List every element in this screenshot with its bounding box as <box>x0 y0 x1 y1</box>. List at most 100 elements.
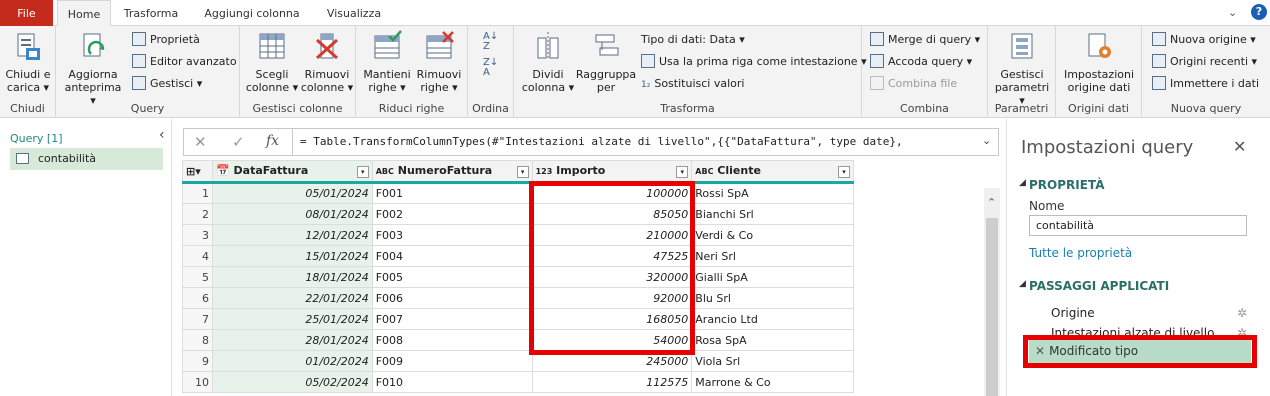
manage-parameters-button[interactable]: Gestisci parametri ▾ <box>992 30 1052 107</box>
cell-datafattura[interactable]: 05/01/2024 <box>211 182 373 204</box>
choose-columns-button[interactable]: Scegli colonne ▾ <box>244 30 300 94</box>
use-first-row-headers-button[interactable]: Usa la prima riga come intestazione ▾ <box>641 53 867 71</box>
cell-cliente[interactable]: Rossi SpA <box>691 182 854 204</box>
cell-cliente[interactable]: Neri Srl <box>691 245 854 267</box>
row-number[interactable]: 3 <box>182 224 213 246</box>
cell-datafattura[interactable]: 22/01/2024 <box>211 287 373 309</box>
tab-transform[interactable]: Trasforma <box>118 0 184 26</box>
row-number[interactable]: 8 <box>182 329 213 351</box>
tab-file[interactable]: File <box>0 0 53 26</box>
type-icon-date[interactable]: 📅 <box>216 164 230 177</box>
table-row[interactable]: 5 18/01/2024 F005 320000 Gialli SpA <box>182 266 854 288</box>
manage-button[interactable]: Gestisci ▾ <box>132 75 202 93</box>
cell-datafattura[interactable]: 12/01/2024 <box>211 224 373 246</box>
all-properties-link[interactable]: Tutte le proprietà <box>1029 246 1132 260</box>
cell-numerofattura[interactable]: F006 <box>371 287 533 309</box>
type-icon-number[interactable]: 123 <box>536 167 553 176</box>
step-settings-gear-icon[interactable]: ✲ <box>1237 303 1247 323</box>
cell-datafattura[interactable]: 01/02/2024 <box>211 350 373 372</box>
filter-dropdown-icon[interactable]: ▾ <box>516 166 529 178</box>
row-number[interactable]: 6 <box>182 287 213 309</box>
expand-formula-icon[interactable]: ⌄ <box>982 134 991 147</box>
cell-numerofattura[interactable]: F003 <box>371 224 533 246</box>
refresh-preview-button[interactable]: Aggiorna anteprima ▾ <box>62 30 124 107</box>
combine-files-button[interactable]: Combina file <box>870 75 957 93</box>
sort-descending-icon[interactable]: Z↓ A <box>483 58 498 78</box>
cell-numerofattura[interactable]: F009 <box>371 350 533 372</box>
data-source-settings-button[interactable]: Impostazioni origine dati <box>1060 30 1138 94</box>
cell-numerofattura[interactable]: F010 <box>371 371 533 393</box>
cell-datafattura[interactable]: 25/01/2024 <box>211 308 373 330</box>
expand-steps-icon[interactable]: ◢ <box>1019 279 1026 289</box>
table-row[interactable]: 3 12/01/2024 F003 210000 Verdi & Co <box>182 224 854 246</box>
cell-numerofattura[interactable]: F001 <box>371 182 533 204</box>
column-header-cliente[interactable]: ABC Cliente ▾ <box>691 160 854 184</box>
filter-dropdown-icon[interactable]: ▾ <box>838 166 850 178</box>
table-row[interactable]: 9 01/02/2024 F009 245000 Viola Srl <box>182 350 854 372</box>
table-row[interactable]: 10 05/02/2024 F010 112575 Marrone & Co <box>182 371 854 393</box>
cell-cliente[interactable]: Bianchi Srl <box>691 203 854 225</box>
remove-columns-button[interactable]: Rimuovi colonne ▾ <box>300 30 354 94</box>
append-queries-button[interactable]: Accoda query ▾ <box>870 53 972 71</box>
column-header-datafattura[interactable]: 📅 DataFattura ▾ <box>211 160 373 184</box>
group-by-button[interactable]: Raggruppa per <box>574 30 638 94</box>
collapse-ribbon-icon[interactable]: ⌄ <box>1228 6 1240 19</box>
fx-icon[interactable]: fx <box>266 133 279 149</box>
filter-dropdown-icon[interactable]: ▾ <box>676 166 689 178</box>
cell-cliente[interactable]: Blu Srl <box>691 287 854 309</box>
datatype-dropdown[interactable]: Tipo di dati: Data ▾ <box>641 31 745 49</box>
table-row[interactable]: 7 25/01/2024 F007 168050 Arancio Ltd <box>182 308 854 330</box>
cell-cliente[interactable]: Viola Srl <box>691 350 854 372</box>
cell-numerofattura[interactable]: F004 <box>371 245 533 267</box>
cell-cliente[interactable]: Arancio Ltd <box>691 308 854 330</box>
close-load-button[interactable]: Chiudi e carica ▾ <box>2 30 54 94</box>
split-column-button[interactable]: Dividi colonna ▾ <box>520 30 576 94</box>
query-name-input[interactable]: contabilità <box>1029 215 1247 236</box>
table-row[interactable]: 1 05/01/2024 F001 100000 Rossi SpA <box>182 182 854 204</box>
row-number[interactable]: 10 <box>182 371 213 393</box>
cell-cliente[interactable]: Verdi & Co <box>691 224 854 246</box>
cell-importo[interactable]: 112575 <box>531 371 693 393</box>
help-icon[interactable]: ? <box>1251 4 1267 20</box>
sort-ascending-icon[interactable]: A↓ Z <box>483 32 498 52</box>
type-icon-text[interactable]: ABC <box>376 167 394 176</box>
cell-cliente[interactable]: Marrone & Co <box>691 371 854 393</box>
expand-properties-icon[interactable]: ◢ <box>1019 178 1026 188</box>
table-row[interactable]: 4 15/01/2024 F004 47525 Neri Srl <box>182 245 854 267</box>
filter-dropdown-icon[interactable]: ▾ <box>356 166 369 178</box>
cell-datafattura[interactable]: 08/01/2024 <box>211 203 373 225</box>
new-source-button[interactable]: Nuova origine ▾ <box>1152 31 1256 49</box>
step-origine[interactable]: Origine ✲ <box>1029 303 1251 323</box>
collapse-queries-icon[interactable]: ‹ <box>159 127 165 143</box>
enter-data-button[interactable]: Immettere i dati <box>1152 75 1259 93</box>
table-menu-icon[interactable]: ⊞▾ <box>182 160 213 184</box>
close-pane-icon[interactable]: ✕ <box>1233 137 1246 156</box>
query-item-contabilita[interactable]: contabilità <box>10 148 163 170</box>
advanced-editor-button[interactable]: Editor avanzato <box>132 53 237 71</box>
merge-queries-button[interactable]: Merge di query ▾ <box>870 31 980 49</box>
table-row[interactable]: 2 08/01/2024 F002 85050 Bianchi Srl <box>182 203 854 225</box>
row-number[interactable]: 9 <box>182 350 213 372</box>
table-row[interactable]: 6 22/01/2024 F006 92000 Blu Srl <box>182 287 854 309</box>
cell-numerofattura[interactable]: F008 <box>371 329 533 351</box>
properties-button[interactable]: Proprietà <box>132 31 200 49</box>
row-number[interactable]: 1 <box>182 182 213 204</box>
keep-rows-button[interactable]: Mantieni righe ▾ <box>362 30 412 94</box>
cell-datafattura[interactable]: 15/01/2024 <box>211 245 373 267</box>
row-number[interactable]: 4 <box>182 245 213 267</box>
cell-datafattura[interactable]: 18/01/2024 <box>211 266 373 288</box>
replace-values-button[interactable]: 1₂ Sostituisci valori <box>641 75 744 93</box>
type-icon-text[interactable]: ABC <box>695 167 713 176</box>
cell-cliente[interactable]: Gialli SpA <box>691 266 854 288</box>
row-number[interactable]: 7 <box>182 308 213 330</box>
scroll-up-icon[interactable]: ⌃ <box>987 196 996 209</box>
confirm-icon[interactable]: ✓ <box>232 133 245 151</box>
cell-numerofattura[interactable]: F002 <box>371 203 533 225</box>
row-number[interactable]: 2 <box>182 203 213 225</box>
row-number[interactable]: 5 <box>182 266 213 288</box>
cell-datafattura[interactable]: 28/01/2024 <box>211 329 373 351</box>
remove-rows-button[interactable]: Rimuovi righe ▾ <box>414 30 464 94</box>
tab-home[interactable]: Home <box>57 0 111 27</box>
column-header-numerofattura[interactable]: ABC NumeroFattura ▾ <box>371 160 533 184</box>
formula-input[interactable]: = Table.TransformColumnTypes(#"Intestazi… <box>300 135 980 148</box>
